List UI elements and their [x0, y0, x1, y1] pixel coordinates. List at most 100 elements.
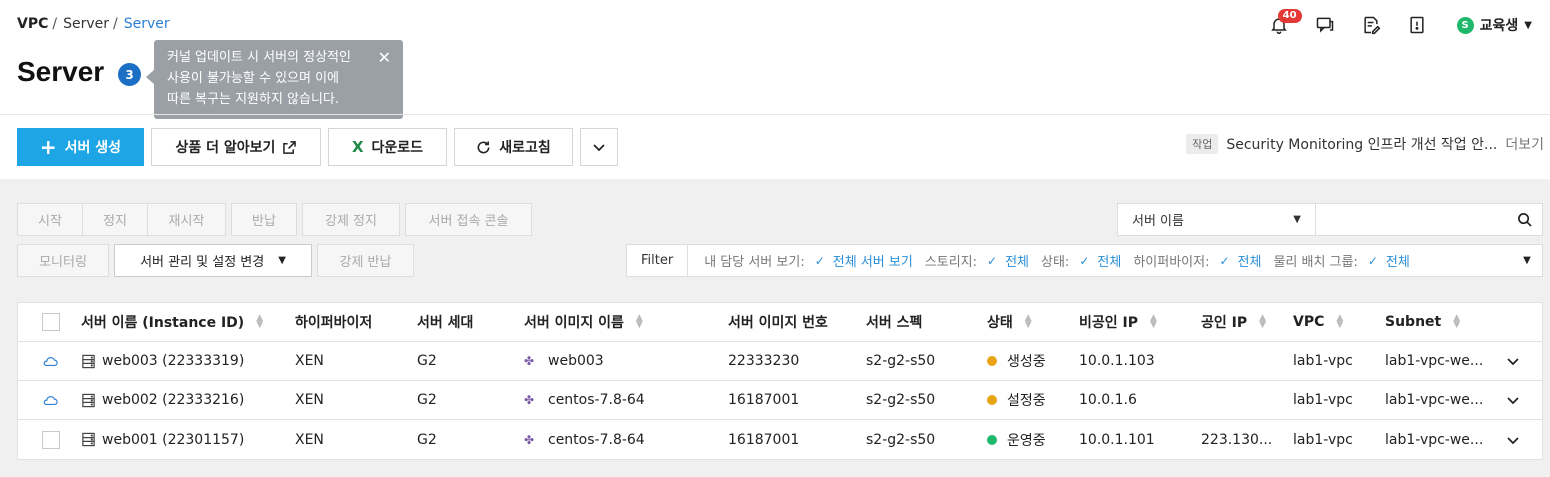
- sort-icon: ▲ ▼: [256, 313, 264, 330]
- filter-value[interactable]: 전체: [1386, 251, 1410, 270]
- learn-more-label: 상품 더 알아보기: [175, 140, 276, 156]
- filter-expand-caret-icon[interactable]: ▼: [1512, 255, 1542, 266]
- header-private-ip[interactable]: 비공인 IP ▲ ▼: [1079, 312, 1157, 332]
- search-input[interactable]: [1316, 204, 1506, 235]
- server-name-cell[interactable]: web003 (22333319): [81, 353, 244, 369]
- filter-value[interactable]: 전체: [1238, 251, 1262, 270]
- excel-icon: X: [351, 138, 364, 156]
- filter-label[interactable]: Filter: [627, 245, 689, 276]
- notice-banner: 작업 Security Monitoring 인프라 개선 작업 안... 더보…: [1186, 134, 1544, 154]
- page-title: Server: [17, 56, 105, 87]
- sort-icon: ▲ ▼: [1024, 313, 1032, 330]
- table-row[interactable]: web002 (22333216) XEN G2 ✤ centos-7.8-64…: [18, 381, 1542, 420]
- check-icon: ✓: [1219, 253, 1230, 268]
- breadcrumb: VPC / Server / Server: [17, 16, 170, 32]
- cloud-icon: [42, 355, 58, 367]
- check-icon: ✓: [987, 253, 998, 268]
- header-vpc[interactable]: VPC ▲ ▼: [1293, 313, 1344, 331]
- server-manage-label: 서버 관리 및 설정 변경: [140, 255, 265, 270]
- hypervisor-cell: XEN: [295, 431, 324, 448]
- table-row[interactable]: web001 (22301157) XEN G2 ✤ centos-7.8-64…: [18, 420, 1542, 459]
- chat-icon[interactable]: [1313, 13, 1337, 37]
- create-server-button[interactable]: + 서버 생성: [17, 128, 144, 166]
- spec-cell: s2-g2-s50: [866, 431, 936, 448]
- header-name[interactable]: 서버 이름 (Instance ID) ▲ ▼: [81, 312, 263, 332]
- subnet-cell: lab1-vpc-we...: [1385, 353, 1484, 369]
- server-manage-dropdown[interactable]: 서버 관리 및 설정 변경 ▼: [114, 244, 312, 277]
- server-name-cell[interactable]: web001 (22301157): [81, 432, 244, 448]
- restart-button[interactable]: 재시작: [147, 203, 226, 236]
- refresh-button[interactable]: 새로고침: [454, 128, 573, 166]
- server-console-button[interactable]: 서버 접속 콘솔: [405, 203, 532, 236]
- edit-note-icon[interactable]: [1359, 13, 1383, 37]
- notification-bell-icon[interactable]: 40: [1267, 9, 1302, 37]
- tooltip-line: 사용이 불가능할 수 있으며 이에: [167, 71, 340, 86]
- header-subnet[interactable]: Subnet ▲ ▼: [1385, 313, 1461, 331]
- header-public-ip[interactable]: 공인 IP ▲ ▼: [1201, 312, 1266, 332]
- notice-text[interactable]: Security Monitoring 인프라 개선 작업 안...: [1226, 134, 1497, 154]
- expand-row-chevron-down-icon[interactable]: [1506, 354, 1520, 368]
- tooltip-close-icon[interactable]: ✕: [378, 47, 391, 68]
- image-no-cell: 16187001: [728, 431, 800, 448]
- image-no-cell: 16187001: [728, 392, 800, 408]
- generation-cell: G2: [417, 431, 437, 448]
- sort-icon: ▲ ▼: [1259, 313, 1267, 330]
- image-no-cell: 22333230: [728, 353, 800, 369]
- title-count-badge[interactable]: 3: [118, 63, 141, 86]
- sort-icon: ▲ ▼: [1336, 313, 1344, 330]
- user-menu[interactable]: S 교육생 ▼: [1456, 15, 1532, 35]
- stop-button[interactable]: 정지: [82, 203, 148, 236]
- image-logo-icon: ✤: [524, 354, 535, 368]
- user-name: 교육생: [1479, 18, 1519, 34]
- filter-value[interactable]: 전체: [1097, 251, 1121, 270]
- create-server-label: 서버 생성: [64, 140, 122, 156]
- more-actions-button[interactable]: [580, 128, 618, 166]
- search-icon[interactable]: [1506, 204, 1542, 235]
- check-icon: ✓: [814, 253, 825, 268]
- server-name-cell[interactable]: web002 (22333216): [81, 392, 244, 408]
- learn-more-button[interactable]: 상품 더 알아보기: [151, 128, 321, 166]
- download-button[interactable]: X 다운로드: [328, 128, 447, 166]
- header-generation: 서버 세대: [417, 315, 474, 331]
- search-field-select[interactable]: 서버 이름 ▼: [1118, 204, 1316, 235]
- notice-more-link[interactable]: 더보기: [1505, 134, 1544, 154]
- filter-key: 상태:: [1041, 255, 1070, 270]
- force-stop-button[interactable]: 강제 정지: [302, 203, 400, 236]
- breadcrumb-vpc[interactable]: VPC: [17, 16, 48, 32]
- expand-row-chevron-down-icon[interactable]: [1506, 433, 1520, 447]
- caret-down-icon: ▼: [1524, 19, 1532, 31]
- sort-icon: ▲ ▼: [1149, 313, 1157, 330]
- divider: [0, 114, 1550, 115]
- force-return-button[interactable]: 강제 반납: [317, 244, 414, 277]
- row-select-checkbox[interactable]: [42, 430, 60, 449]
- monitoring-button[interactable]: 모니터링: [17, 244, 109, 277]
- tooltip-line: 커널 업데이트 시 서버의 정상적인: [167, 50, 351, 65]
- table-row[interactable]: web003 (22333319) XEN G2 ✤ web003 223332…: [18, 342, 1542, 381]
- return-button[interactable]: 반납: [231, 203, 297, 236]
- check-icon: ✓: [1367, 253, 1378, 268]
- breadcrumb-server[interactable]: Server: [63, 16, 109, 32]
- manual-book-icon[interactable]: [1405, 13, 1429, 37]
- filter-value[interactable]: 전체 서버 보기: [833, 251, 913, 270]
- download-label: 다운로드: [371, 140, 424, 156]
- caret-down-icon: ▼: [1293, 214, 1301, 225]
- refresh-label: 새로고침: [499, 140, 551, 156]
- select-all-checkbox[interactable]: [42, 313, 60, 331]
- filter-key: 하이퍼바이저:: [1133, 255, 1210, 270]
- start-button[interactable]: 시작: [17, 203, 83, 236]
- server-table: 서버 이름 (Instance ID) ▲ ▼ 하이퍼바이저 서버 세대 서버 이미…: [17, 302, 1543, 460]
- expand-row-chevron-down-icon[interactable]: [1506, 393, 1520, 407]
- header-status[interactable]: 상태 ▲ ▼: [987, 312, 1032, 332]
- breadcrumb-separator: /: [113, 16, 118, 32]
- chevron-down-icon: [593, 144, 605, 152]
- vpc-cell: lab1-vpc: [1293, 431, 1353, 448]
- image-logo-icon: ✤: [524, 432, 535, 447]
- image-name-cell: ✤ centos-7.8-64: [524, 392, 645, 408]
- filter-value[interactable]: 전체: [1005, 251, 1029, 270]
- header-image-name[interactable]: 서버 이미지 이름 ▲ ▼: [524, 312, 643, 332]
- caret-down-icon: ▼: [278, 255, 286, 266]
- server-icon: [82, 432, 95, 447]
- sort-icon: ▲ ▼: [1453, 313, 1461, 330]
- image-name-cell: ✤ centos-7.8-64: [524, 431, 645, 448]
- private-ip-cell: 10.0.1.103: [1079, 353, 1155, 369]
